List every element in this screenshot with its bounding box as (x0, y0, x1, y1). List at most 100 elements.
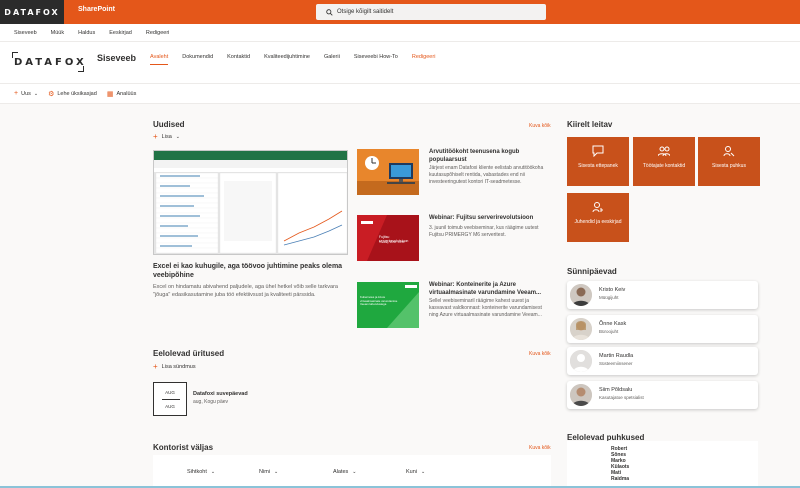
news-item-title[interactable]: Webinar: Fujitsu serverirevolutsioon (429, 215, 552, 223)
tile-guides[interactable]: Juhendid ja eeskirjad (567, 193, 629, 242)
news-add-button[interactable]: + Lisa ⌄ (153, 132, 180, 141)
site-navigation: Avaleht Dokumendid Kontaktid Kvaliteedij… (150, 54, 449, 65)
news-see-all-link[interactable]: Kuva kõik (529, 123, 551, 129)
tab-dokumendid[interactable]: Dokumendid (182, 54, 213, 65)
hub-nav-eeskirjad[interactable]: Eeskirjad (109, 30, 132, 36)
suite-logo[interactable]: DATAFOX (0, 0, 64, 24)
vacation-name: Raidma (611, 476, 630, 482)
birthday-person-card[interactable]: Õnne Kask Büroojuht (567, 315, 758, 343)
person-name: Õnne Kask (599, 321, 627, 327)
tile-submit-proposal[interactable]: Sisesta ettepanek (567, 137, 629, 186)
office-see-all-link[interactable]: Kuva kõik (529, 445, 551, 451)
analytics-button[interactable]: ▦ Analüüs (107, 90, 137, 98)
tab-avaleht[interactable]: Avaleht (150, 54, 169, 65)
suite-bar: DATAFOX SharePoint Otsige kõigilt saitid… (0, 0, 800, 24)
tab-galerii[interactable]: Galerii (324, 54, 340, 65)
event-title[interactable]: Datafoxi suvepäevad (193, 391, 248, 397)
column-header-nimi[interactable]: Nimi ⌄ (259, 469, 278, 475)
news-item[interactable]: Kubernetes ja Azure virtuaalmasinate var… (357, 282, 552, 330)
chevron-down-icon: ⌄ (33, 90, 39, 97)
news-title: Uudised (153, 120, 185, 129)
suite-logo-text: DATAFOX (4, 7, 60, 17)
news-item-description: Järjest enam Datafoxi kliente eelistab a… (429, 165, 544, 185)
hub-navigation: Siseveeb Müük Haldus Eeskirjad Redigeeri (0, 24, 800, 42)
avatar (570, 350, 592, 372)
page-details-button[interactable]: ⚙ Lehe üksikasjad (48, 90, 97, 98)
tile-label: Sisesta puhkus (712, 163, 746, 169)
tile-label: Töötajate kontaktid (642, 163, 686, 169)
news-item-title[interactable]: Arvutitöökoht teenusena kogub populaarsu… (429, 149, 552, 164)
chevron-down-icon: ⌄ (274, 469, 279, 475)
gear-icon: ⚙ (48, 90, 55, 98)
site-logo[interactable]: DATAFOX (12, 52, 87, 72)
tile-employee-contacts[interactable]: Töötajate kontaktid (633, 137, 695, 186)
birthday-person-card[interactable]: Martin Raudla Süsteemiinsener (567, 347, 758, 375)
hub-nav-edit[interactable]: Redigeeri (146, 30, 170, 36)
birthdays-title: Sünnipäevad (567, 267, 617, 276)
fujitsu-banner-subtitle: Tuesday, 09:30 - 10:30 (379, 241, 405, 244)
vacations-list: Robert Sõnes Marko Külaots Mati Raidma (567, 441, 758, 488)
news-item-title[interactable]: Webinar: Konteinerite ja Azure virtuaalm… (429, 282, 552, 297)
avatar (570, 284, 592, 306)
avatar (570, 318, 592, 340)
suite-app-name[interactable]: SharePoint (78, 6, 115, 13)
veeam-banner-title: Kubernetes ja Azure virtuaalmasinate var… (360, 295, 398, 306)
news-item[interactable]: Arvutitöökoht teenusena kogub populaarsu… (357, 149, 552, 197)
hub-nav-haldus[interactable]: Haldus (78, 30, 95, 36)
birthday-person-card[interactable]: Kristo Keiv Müügijuht (567, 281, 758, 309)
person-role: Kasutajatoe spetsialist (599, 395, 644, 400)
column-label: Nimi (259, 469, 270, 475)
person-name: Kristo Keiv (599, 287, 626, 293)
news-item-description: 3. juunil toimub veebiseminar, kus räägi… (429, 225, 539, 238)
vacation-icon (698, 145, 760, 160)
birthday-person-card[interactable]: Siim Põldsalu Kasutajatoe spetsialist (567, 381, 758, 409)
event-month-end: AUG (165, 404, 175, 409)
person-role: Büroojuht (599, 329, 619, 334)
tab-edit[interactable]: Redigeeri (412, 54, 436, 65)
tile-submit-vacation[interactable]: Sisesta puhkus (698, 137, 760, 186)
add-event-button[interactable]: + Lisa sündmus (153, 362, 196, 371)
column-header-sihtkoht[interactable]: Sihtkoht ⌄ (187, 469, 215, 475)
hero-news-image[interactable] (153, 150, 348, 255)
new-button[interactable]: + Uus ⌄ (14, 90, 38, 97)
person-name: Martin Raudla (599, 353, 634, 359)
people-icon (633, 145, 695, 160)
plus-icon: + (153, 132, 158, 141)
column-label: Sihtkoht (187, 469, 207, 475)
hero-news-title[interactable]: Excel ei kao kuhugile, aga töövoo juhtim… (153, 262, 348, 280)
hub-nav-siseveeb[interactable]: Siseveeb (14, 30, 37, 36)
chevron-down-icon: ⌄ (352, 469, 357, 475)
news-thumb-veeam: Kubernetes ja Azure virtuaalmasinate var… (357, 282, 419, 328)
news-item[interactable]: Fujitsu serverirevolutsioon Tuesday, 09:… (357, 215, 552, 263)
person-role: Müügijuht (599, 295, 619, 300)
events-title: Eelolevad üritused (153, 349, 225, 358)
news-item-description: Sellel veebiseminaril räägime kahest uue… (429, 298, 542, 318)
excel-screenshot-image (154, 151, 347, 254)
page-details-label: Lehe üksikasjad (57, 90, 97, 97)
column-label: Kuni (406, 469, 418, 475)
search-box[interactable]: Otsige kõigilt saitidelt (316, 4, 546, 20)
hub-nav-muuk[interactable]: Müük (51, 30, 64, 36)
analytics-label: Analüüs (116, 90, 137, 97)
avatar (570, 384, 592, 406)
site-title[interactable]: Siseveeb (97, 53, 136, 63)
event-subtitle: aug, Kogu päev (193, 399, 229, 405)
tab-kvaliteedijuhtimine[interactable]: Kvaliteedijuhtimine (264, 54, 310, 65)
news-thumb-workstation (357, 149, 419, 195)
column-label: Alates (333, 469, 349, 475)
events-see-all-link[interactable]: Kuva kõik (529, 351, 551, 357)
event-date-card[interactable]: AUG AUG (153, 382, 187, 416)
quick-links-title: Kiirelt leitav (567, 120, 613, 129)
site-logo-text: DATAFOX (14, 57, 87, 68)
column-header-alates[interactable]: Alates ⌄ (333, 469, 357, 475)
tab-kontaktid[interactable]: Kontaktid (227, 54, 250, 65)
event-month-start: AUG (165, 390, 175, 395)
search-input[interactable]: Otsige kõigilt saitidelt (337, 9, 393, 15)
person-role: Süsteemiinsener (599, 361, 633, 366)
chevron-down-icon: ⌄ (421, 469, 426, 475)
column-header-kuni[interactable]: Kuni ⌄ (406, 469, 425, 475)
news-add-label: Lisa (161, 133, 172, 140)
office-title: Kontorist väljas (153, 443, 214, 452)
tab-how-to[interactable]: Siseveebi How-To (354, 54, 398, 65)
hero-news-description: Excel on hindamatu abivahend paljudele, … (153, 284, 338, 298)
